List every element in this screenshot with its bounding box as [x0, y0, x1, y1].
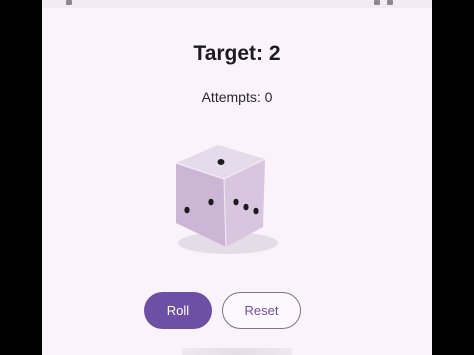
cutoff-content: [182, 348, 292, 355]
target-title: Target: 2: [193, 42, 281, 65]
screen-frame: Target: 2 Attempts: 0 Roll Reset: [0, 0, 474, 355]
dice-pip: [233, 198, 239, 206]
status-bar: [42, 0, 432, 8]
dice-pip: [184, 206, 190, 214]
roll-button[interactable]: Roll: [144, 292, 212, 329]
status-icon: [374, 0, 380, 5]
attempts-counter: Attempts: 0: [201, 89, 273, 105]
dice-pip: [253, 207, 259, 215]
status-icon: [66, 0, 72, 5]
reset-button[interactable]: Reset: [222, 292, 301, 329]
dice-pip: [208, 198, 214, 206]
dice-pip: [217, 159, 225, 165]
status-icon: [387, 0, 393, 5]
dice-icon[interactable]: [166, 135, 286, 260]
app-window: Target: 2 Attempts: 0 Roll Reset: [42, 0, 432, 355]
dice-pip: [243, 203, 249, 211]
